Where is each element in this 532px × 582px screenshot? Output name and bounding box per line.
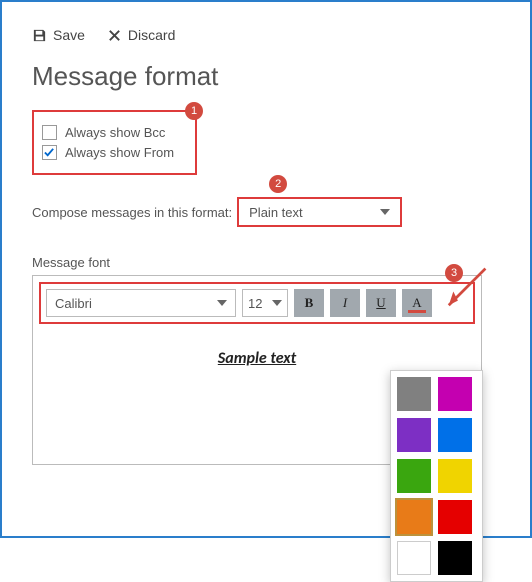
compose-label: Compose messages in this format:	[32, 205, 232, 220]
from-option[interactable]: Always show From	[42, 145, 187, 160]
save-button[interactable]: Save	[32, 27, 85, 43]
save-label: Save	[53, 27, 85, 43]
discard-label: Discard	[128, 27, 175, 43]
message-font-label: Message font	[32, 255, 500, 270]
compose-format-row: Compose messages in this format: 2 Plain…	[32, 197, 500, 227]
color-swatch-black[interactable]	[438, 541, 472, 575]
color-swatch-blue[interactable]	[438, 418, 472, 452]
chevron-down-icon	[380, 209, 390, 215]
close-icon	[107, 28, 122, 43]
color-palette	[390, 370, 483, 582]
color-swatch-green[interactable]	[397, 459, 431, 493]
sample-text: Sample text	[33, 349, 481, 368]
bcc-option[interactable]: Always show Bcc	[42, 125, 187, 140]
color-swatch-purple[interactable]	[397, 418, 431, 452]
bcc-label: Always show Bcc	[65, 125, 165, 140]
discard-button[interactable]: Discard	[107, 27, 175, 43]
font-size-dropdown[interactable]: 12	[242, 289, 288, 317]
annotation-box-1: 1 Always show Bcc Always show From	[32, 110, 197, 175]
font-size-value: 12	[248, 296, 262, 311]
color-swatch-gray[interactable]	[397, 377, 431, 411]
font-toolbar: 3 Calibri 12 B I U A	[39, 282, 475, 324]
compose-format-value: Plain text	[249, 205, 302, 220]
check-icon	[44, 147, 55, 158]
font-family-dropdown[interactable]: Calibri	[46, 289, 236, 317]
bcc-checkbox[interactable]	[42, 125, 57, 140]
annotation-badge-1: 1	[185, 102, 203, 120]
save-icon	[32, 28, 47, 43]
color-swatch-yellow[interactable]	[438, 459, 472, 493]
color-swatch-magenta[interactable]	[438, 377, 472, 411]
font-color-button[interactable]: A	[402, 289, 432, 317]
color-swatch-red[interactable]	[438, 500, 472, 534]
italic-button[interactable]: I	[330, 289, 360, 317]
from-checkbox[interactable]	[42, 145, 57, 160]
underline-button[interactable]: U	[366, 289, 396, 317]
action-toolbar: Save Discard	[32, 27, 500, 43]
font-family-value: Calibri	[55, 296, 92, 311]
color-underline	[408, 310, 426, 313]
compose-format-dropdown[interactable]: Plain text	[237, 197, 402, 227]
from-label: Always show From	[65, 145, 174, 160]
color-swatch-white[interactable]	[397, 541, 431, 575]
color-swatch-orange[interactable]	[397, 500, 431, 534]
chevron-down-icon	[217, 300, 227, 306]
bold-button[interactable]: B	[294, 289, 324, 317]
page-title: Message format	[32, 61, 500, 92]
annotation-badge-2: 2	[269, 175, 287, 193]
settings-panel: Save Discard Message format 1 Always sho…	[0, 0, 532, 538]
chevron-down-icon	[272, 300, 282, 306]
annotation-arrow	[435, 264, 490, 319]
